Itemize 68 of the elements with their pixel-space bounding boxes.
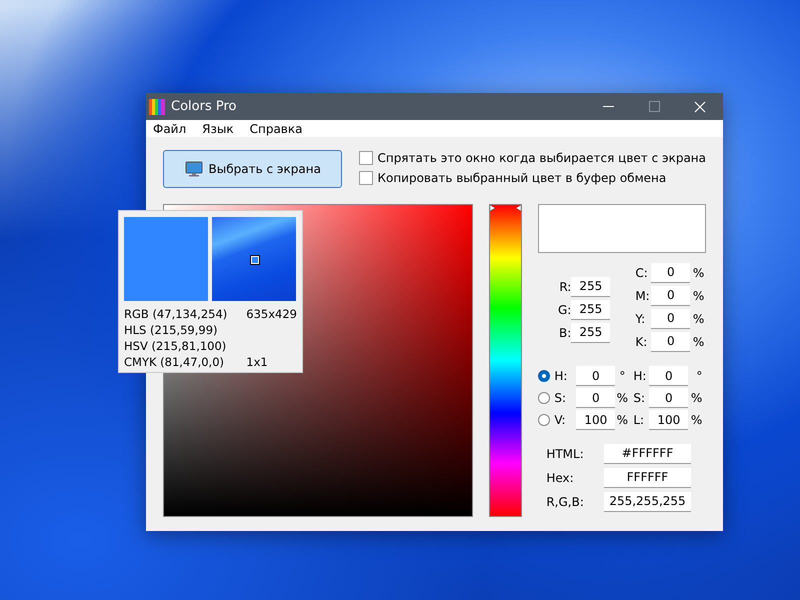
- field-label: H:: [633, 369, 648, 383]
- input-field[interactable]: 0: [576, 366, 616, 386]
- input-field[interactable]: 0: [649, 366, 688, 386]
- cursor-position: 635x429: [246, 306, 297, 322]
- input-field[interactable]: 255: [571, 276, 610, 296]
- input-field[interactable]: 255: [571, 322, 610, 342]
- window-title: Colors Pro: [171, 99, 238, 114]
- input-field[interactable]: 255,255,255: [604, 492, 691, 512]
- unit-label: %: [616, 413, 630, 427]
- radio-button[interactable]: [538, 370, 550, 382]
- rgb-readout: RGB (47,134,254): [124, 306, 228, 322]
- field-label: Y:: [635, 312, 646, 326]
- input-field[interactable]: 0: [576, 388, 616, 408]
- field-label: S:: [633, 391, 646, 405]
- checkbox-label: Спрятать это окно когда выбирается цвет с экрана: [377, 151, 706, 165]
- zoom-level: 1x1: [246, 354, 269, 370]
- field-label: L:: [633, 413, 646, 427]
- menu-item[interactable]: Язык: [202, 122, 234, 136]
- field-label: B:: [558, 326, 572, 340]
- unit-label: %: [690, 391, 702, 405]
- input-field[interactable]: 0: [651, 308, 690, 328]
- input-field[interactable]: 255: [571, 300, 610, 320]
- hue-slider-thumb[interactable]: [490, 205, 522, 211]
- input-field[interactable]: 0: [649, 388, 688, 408]
- unit-label: %: [692, 288, 704, 302]
- menu-item[interactable]: Справка: [250, 122, 302, 136]
- radio-button[interactable]: [538, 414, 550, 426]
- input-field[interactable]: FFFFFF: [604, 468, 691, 488]
- input-field[interactable]: 0: [651, 286, 690, 306]
- field-label: C:: [635, 266, 649, 280]
- pixel-cursor-icon: [251, 256, 259, 264]
- maximize-icon: [648, 101, 660, 112]
- field-label: HTML:: [546, 446, 584, 460]
- hsv-readout: HSV (215,81,100): [124, 338, 228, 354]
- hue-slider[interactable]: [489, 204, 522, 517]
- unit-label: °: [618, 369, 626, 383]
- input-field[interactable]: 100: [649, 410, 688, 430]
- monitor-icon: [184, 161, 203, 177]
- minimize-icon: [602, 106, 614, 108]
- unit-label: %: [690, 413, 702, 427]
- unit-label: °: [695, 369, 702, 383]
- input-field[interactable]: 0: [651, 332, 690, 352]
- checkbox[interactable]: [359, 151, 374, 165]
- input-field[interactable]: 100: [576, 410, 616, 430]
- field-label: M:: [635, 288, 651, 302]
- field-label: Hex:: [546, 470, 574, 484]
- unit-label: %: [692, 334, 704, 348]
- field-label: K:: [635, 334, 648, 348]
- unit-label: %: [616, 391, 630, 405]
- field-label: H:: [554, 369, 568, 383]
- unit-label: %: [692, 312, 704, 326]
- input-field[interactable]: #FFFFFF: [604, 444, 691, 464]
- close-icon: [694, 100, 706, 112]
- field-label: R,G,B:: [546, 494, 584, 508]
- radio-button[interactable]: [538, 392, 550, 404]
- cmyk-readout: CMYK (81,47,0,0): [124, 354, 226, 370]
- input-field[interactable]: 0: [651, 262, 690, 282]
- field-label: R:: [558, 280, 572, 294]
- checkbox[interactable]: [359, 171, 374, 185]
- menu-item[interactable]: Файл: [153, 122, 186, 136]
- hls-readout: HLS (215,59,99): [124, 322, 219, 338]
- field-label: V:: [554, 413, 567, 427]
- checkbox-label: Копировать выбранный цвет в буфер обмена: [377, 171, 666, 185]
- field-label: G:: [556, 302, 572, 316]
- field-label: S:: [554, 391, 567, 405]
- pick-from-screen-button[interactable]: Выбрать с экрана: [163, 150, 342, 188]
- unit-label: %: [692, 266, 704, 280]
- app-icon: [149, 98, 165, 114]
